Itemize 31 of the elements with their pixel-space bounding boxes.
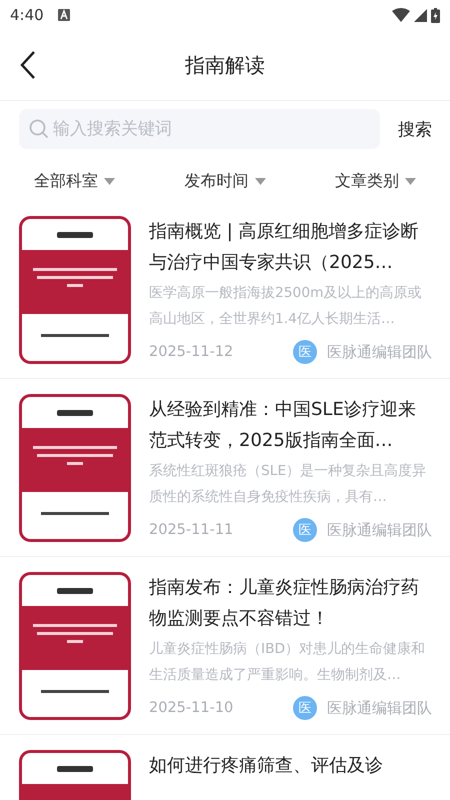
filter-dropdown[interactable]: 全部科室 [34,169,115,193]
dropdown-arrow-icon [104,178,115,184]
signal-icon [414,8,427,22]
article-summary: 系统性红斑狼疮（SLE）是一种复杂且高度异质性的系统性自身免疫性疾病，具有… [149,462,428,507]
article-date: 2025-11-10 [149,700,234,716]
author-avatar: 医 [293,518,317,542]
article-summary: 医学高原一般指海拔2500m及以上的高原或高山地区，全世界约1.4亿人长期生活… [149,284,423,329]
article-title[interactable]: 指南概览 | 高原红细胞增多症诊断与治疗中国专家共识（2025… [149,216,432,278]
filter-dropdown[interactable]: 文章类别 [335,169,416,193]
article-date: 2025-11-11 [149,522,234,538]
search-button[interactable]: 搜索 [398,118,432,140]
dropdown-arrow-icon [405,178,416,184]
article-summary: 儿童炎症性肠病（IBD）对患儿的生命健康和生活质量造成了严重影响。生物制剂及… [149,640,426,685]
article-title[interactable]: 从经验到精准：中国SLE诊疗迎来范式转变，2025版指南全面… [149,394,432,456]
search-field[interactable]: 输入搜索关键词 [19,109,380,149]
author-avatar: 医 [293,696,317,720]
battery-icon [431,8,440,22]
dropdown-arrow-icon [254,178,266,184]
author-name: 医脉通编辑团队 [327,520,432,540]
notification-icon [58,9,70,21]
status-time: 4:40 [10,6,44,24]
article-date: 2025-11-12 [149,344,234,360]
wifi-icon [392,8,410,22]
page-title: 指南解读 [185,52,265,76]
author-avatar: 医 [293,340,317,364]
article-title[interactable]: 指南发布：儿童炎症性肠病治疗药物监测要点不容错过！ [149,572,432,634]
author-name: 医脉通编辑团队 [327,698,432,718]
article-title[interactable]: 如何进行疼痛筛查、评估及诊 [149,750,432,781]
filter-dropdown[interactable]: 发布时间 [184,169,266,193]
author-name: 医脉通编辑团队 [327,342,432,362]
search-icon [29,119,49,139]
